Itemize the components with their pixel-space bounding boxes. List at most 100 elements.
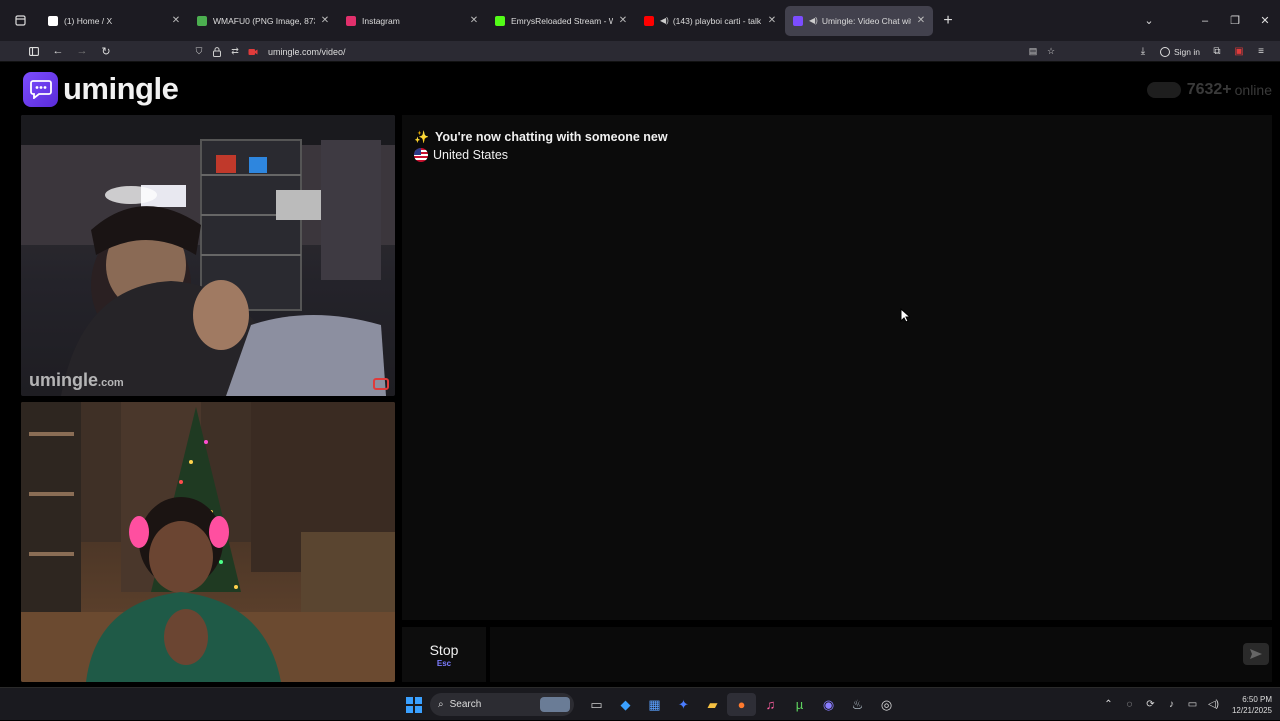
search-highlight-image [540, 697, 570, 712]
steam-icon[interactable]: ♨ [843, 693, 872, 716]
browser-tab[interactable]: Instagram ✕ [338, 6, 486, 36]
chat-bubble-logo-icon [23, 71, 58, 107]
url-text[interactable]: umingle.com/video/ [268, 47, 346, 57]
reload-icon[interactable]: ↻ [94, 41, 118, 62]
volume-icon[interactable]: ◁) [1203, 699, 1224, 710]
stranger-country: United States [414, 148, 508, 162]
plus-icon: + [943, 11, 953, 29]
restore-icon[interactable]: ❐ [1220, 14, 1250, 27]
permissions-icon[interactable]: ⇄ [226, 43, 244, 60]
file-explorer-icon[interactable]: ▰ [698, 693, 727, 716]
clock-time: 6:50 PM [1242, 694, 1272, 704]
stranger-video: umingle.com [21, 115, 395, 396]
close-tab-icon[interactable]: ✕ [617, 15, 629, 26]
discord-icon[interactable]: ◉ [814, 693, 843, 716]
dev-app-icon[interactable]: ✦ [669, 693, 698, 716]
sync-icon[interactable]: ⟳ [1140, 699, 1161, 710]
recording-indicator-icon[interactable]: ▣ [1228, 46, 1250, 57]
speaker-icon[interactable]: ◀) [809, 16, 818, 25]
speaker-icon[interactable]: ◀) [660, 16, 669, 25]
browser-toolbar-right: ⤓ Sign in ⧉ ▣ ≡ [1132, 41, 1272, 62]
window-controls: ⌄ – ❐ ✕ [1134, 0, 1280, 41]
downloads-icon[interactable]: ⤓ [1132, 46, 1154, 57]
theme-toggle[interactable] [1146, 82, 1181, 98]
close-tab-icon[interactable]: ✕ [319, 15, 331, 26]
browser-tab-bar: (1) Home / X ✕ WMAFU0 (PNG Image, 873 × 1 ✕… [0, 0, 1280, 41]
tray-app-icon[interactable]: ◌ [1119, 699, 1140, 710]
online-counter: 7632+ online [1146, 81, 1272, 99]
stop-button[interactable]: Stop Esc [402, 627, 486, 682]
report-flag-button[interactable] [373, 378, 389, 390]
list-all-tabs-chevron-icon[interactable]: ⌄ [1134, 14, 1164, 27]
umingle-icon [793, 15, 803, 26]
network-icon[interactable]: ▭ [1182, 699, 1203, 710]
send-button[interactable] [1243, 643, 1269, 665]
extensions-icon[interactable]: ⧉ [1206, 46, 1228, 57]
address-bar-actions: ▤ ☆ [1024, 43, 1060, 60]
microphone-icon[interactable]: ♪ [1161, 699, 1182, 710]
shield-icon[interactable]: ⛉ [190, 43, 208, 60]
tab-title: (143) playboi carti - talk 2 n [672, 15, 762, 26]
taskbar-apps: ▭ ◆ ▦ ✦ ▰ ● ♫ µ ◉ ♨ ◎ [582, 693, 901, 716]
site-logo[interactable]: umingle [23, 71, 179, 107]
tab-title: WMAFU0 (PNG Image, 873 × 1 [213, 15, 315, 26]
close-tab-icon[interactable]: ✕ [170, 15, 182, 26]
sidebar-toggle-icon[interactable] [22, 41, 46, 62]
address-bar[interactable]: ⛉ ⇄ umingle.com/video/ ▤ ☆ [190, 43, 1060, 60]
windows-start-icon[interactable] [406, 697, 422, 713]
system-message: ✨ You're now chatting with someone new [414, 130, 668, 144]
message-input[interactable] [490, 627, 1272, 682]
sign-in-label: Sign in [1174, 46, 1200, 57]
chat-log: ✨ You're now chatting with someone new U… [402, 115, 1272, 620]
menu-icon[interactable]: ≡ [1250, 46, 1272, 57]
browser-tab[interactable]: ◀)(143) playboi carti - talk 2 n ✕ [636, 6, 784, 36]
utorrent-icon[interactable]: µ [785, 693, 814, 716]
sparkles-icon: ✨ [414, 130, 429, 144]
itunes-icon[interactable]: ♫ [756, 693, 785, 716]
browser-tab[interactable]: ◀)Umingle: Video Chat with S ✕ [785, 5, 933, 36]
browser-tab[interactable]: (1) Home / X ✕ [40, 6, 188, 36]
close-tab-icon[interactable]: ✕ [766, 15, 778, 26]
stop-label: Stop [429, 641, 459, 658]
close-window-icon[interactable]: ✕ [1250, 14, 1280, 27]
sign-in-button[interactable]: Sign in [1160, 46, 1200, 57]
umingle-watermark: umingle.com [29, 370, 124, 390]
online-label: online [1234, 82, 1272, 98]
bookmark-star-icon[interactable]: ☆ [1042, 43, 1060, 60]
stop-shortcut: Esc [436, 658, 452, 668]
account-icon [1160, 46, 1170, 57]
tab-overview-button[interactable] [0, 0, 40, 41]
taskbar-clock[interactable]: 6:50 PM 12/21/2025 [1232, 694, 1272, 716]
reader-view-icon[interactable]: ▤ [1024, 43, 1042, 60]
camera-in-use-icon[interactable] [244, 43, 262, 60]
kick-icon [495, 15, 505, 26]
system-tray: ⌃ ◌ ⟳ ♪ ▭ ◁) 6:50 PM 12/21/2025 [1098, 688, 1272, 721]
close-tab-icon[interactable]: ✕ [915, 15, 927, 26]
taskbar-search[interactable]: ⌕ Search [430, 693, 574, 716]
windows-taskbar: ⌕ Search ▭ ◆ ▦ ✦ ▰ ● ♫ µ ◉ ♨ ◎ ⌃ ◌ ⟳ ♪ ▭… [0, 687, 1280, 720]
close-tab-icon[interactable]: ✕ [468, 15, 480, 26]
logo-text: umingle [63, 71, 179, 106]
self-video-frame [21, 402, 395, 682]
browser-tab[interactable]: EmrysReloaded Stream - Watch ✕ [487, 6, 635, 36]
forward-icon[interactable]: → [70, 41, 94, 62]
youtube-icon [644, 15, 654, 26]
new-tab-button[interactable]: + [934, 7, 962, 35]
minimize-icon[interactable]: – [1190, 15, 1220, 27]
obs-icon[interactable]: ◎ [872, 693, 901, 716]
tab-title: Instagram [362, 15, 400, 26]
browser-tab[interactable]: WMAFU0 (PNG Image, 873 × 1 ✕ [189, 6, 337, 36]
tab-title: Umingle: Video Chat with S [821, 15, 911, 26]
mouse-cursor-icon [900, 308, 910, 323]
task-view-icon[interactable]: ▭ [582, 693, 611, 716]
tab-strip: (1) Home / X ✕ WMAFU0 (PNG Image, 873 × 1 ✕… [40, 5, 934, 36]
copilot-icon[interactable]: ◆ [611, 693, 640, 716]
show-hidden-icons-icon[interactable]: ⌃ [1098, 699, 1119, 710]
back-icon[interactable]: ← [46, 41, 70, 62]
us-flag-icon [414, 148, 428, 162]
lock-icon[interactable] [208, 43, 226, 60]
search-icon: ⌕ [438, 699, 444, 710]
taskbar-search-label: Search [449, 699, 482, 710]
microsoft-store-icon[interactable]: ▦ [640, 693, 669, 716]
firefox-icon[interactable]: ● [727, 693, 756, 716]
